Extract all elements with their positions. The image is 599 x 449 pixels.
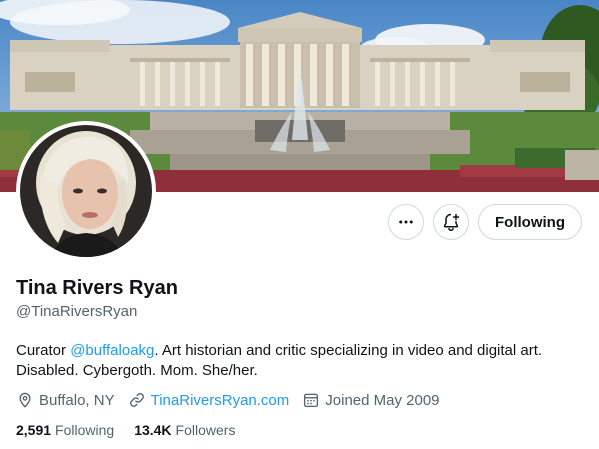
following-count: 2,591 bbox=[16, 422, 52, 438]
joined-item: Joined May 2009 bbox=[302, 391, 440, 409]
location-item: Buffalo, NY bbox=[16, 391, 115, 409]
following-button[interactable]: Following bbox=[478, 204, 582, 240]
followers-count: 13.4K bbox=[134, 422, 172, 438]
profile-stats: 2,591 Following 13.4K Followers bbox=[16, 422, 255, 438]
avatar-image bbox=[20, 125, 152, 257]
profile-meta: Buffalo, NY TinaRiversRyan.com Joined Ma… bbox=[16, 391, 453, 409]
more-button[interactable] bbox=[388, 204, 424, 240]
location-pin-icon bbox=[19, 392, 31, 408]
bio-prefix: Curator bbox=[16, 342, 71, 359]
link-icon bbox=[129, 393, 144, 407]
followers-count-link[interactable]: 13.4K Followers bbox=[134, 422, 235, 438]
display-name: Tina Rivers Ryan bbox=[16, 277, 178, 299]
avatar[interactable] bbox=[20, 125, 152, 257]
followers-label: Followers bbox=[175, 422, 236, 438]
bio-mention-link[interactable]: @buffaloakg bbox=[70, 342, 154, 359]
notifications-button[interactable] bbox=[433, 204, 469, 240]
following-label: Following bbox=[55, 422, 115, 438]
profile-bio: Curator @buffaloakg. Art historian and c… bbox=[16, 341, 586, 381]
avatar-container[interactable] bbox=[16, 121, 156, 261]
website-link[interactable]: TinaRiversRyan.com bbox=[151, 392, 290, 409]
location-text: Buffalo, NY bbox=[39, 391, 115, 409]
more-horizontal-icon bbox=[399, 220, 413, 224]
bell-plus-icon bbox=[443, 213, 460, 231]
user-handle: @TinaRiversRyan bbox=[16, 303, 138, 320]
website-item[interactable]: TinaRiversRyan.com bbox=[128, 391, 290, 409]
joined-text: Joined May 2009 bbox=[325, 391, 440, 409]
following-count-link[interactable]: 2,591 Following bbox=[16, 422, 114, 438]
calendar-icon bbox=[304, 393, 319, 408]
